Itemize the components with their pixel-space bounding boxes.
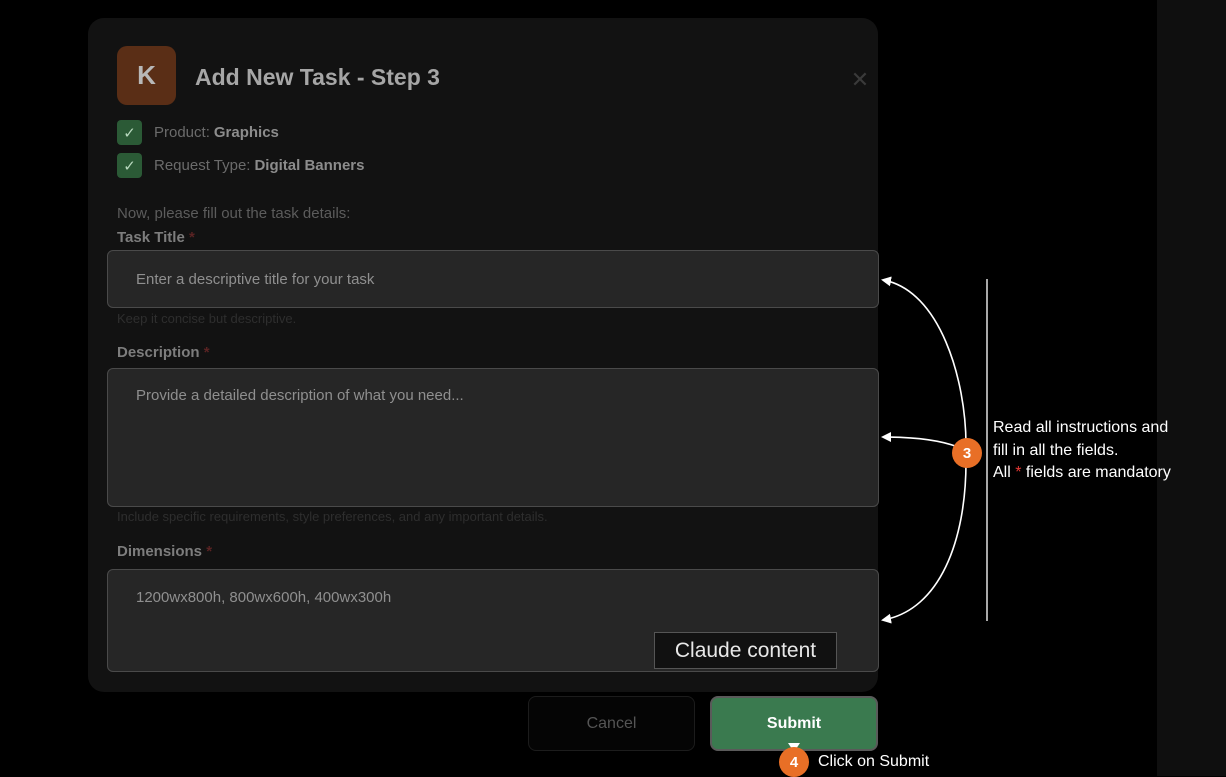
step-3-line-3-prefix: All — [993, 464, 1011, 481]
arrow-to-description — [881, 432, 959, 448]
annotation-divider — [986, 279, 988, 621]
step-3-line-3: All * fields are mandatory — [993, 462, 1171, 485]
arrow-to-task-title — [881, 276, 967, 446]
arrow-to-dimensions — [881, 461, 967, 624]
step-3-line-3-suffix: fields are mandatory — [1025, 464, 1171, 481]
step-3-line-2: fill in all the fields. — [993, 441, 1119, 459]
step-3-instructions: Read all instructions and fill in all th… — [993, 417, 1171, 485]
step-3-line-1: Read all instructions and — [993, 419, 1169, 436]
step-3-badge: 3 — [952, 438, 982, 468]
step-4-instruction: Click on Submit — [818, 753, 930, 770]
required-star: * — [1015, 464, 1022, 481]
step-4-badge: 4 — [779, 747, 809, 777]
annotation-arrows — [788, 276, 967, 752]
